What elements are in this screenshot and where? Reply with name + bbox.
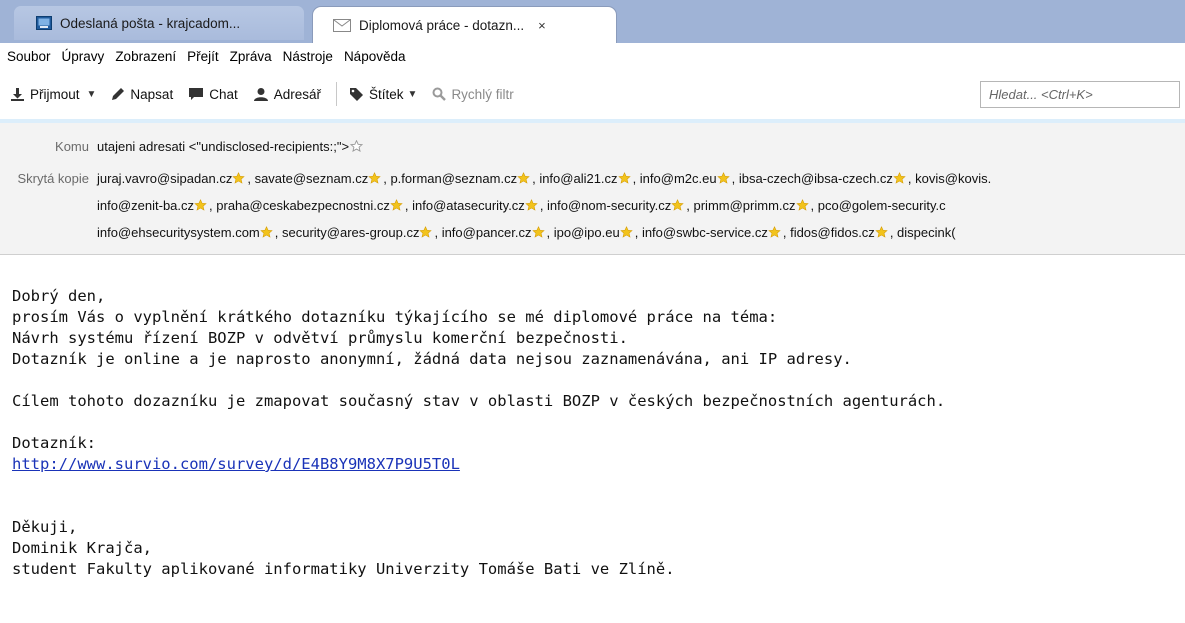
star-icon[interactable] bbox=[893, 171, 908, 186]
download-icon bbox=[10, 87, 25, 102]
bcc-address[interactable]: info@swbc-service.cz bbox=[642, 225, 768, 240]
bcc-line: juraj.vavro@sipadan.cz, savate@seznam.cz… bbox=[97, 171, 992, 186]
tab-label: Diplomová práce - dotazn... bbox=[359, 17, 525, 33]
tab-message[interactable]: Diplomová práce - dotazn... × bbox=[312, 6, 617, 43]
menu-message[interactable]: Zpráva bbox=[230, 49, 272, 64]
bcc-line: info@zenit-ba.cz, praha@ceskabezpecnostn… bbox=[97, 198, 946, 213]
bcc-address[interactable]: p.forman@seznam.cz bbox=[390, 171, 517, 186]
quick-filter-label: Rychlý filtr bbox=[451, 86, 514, 102]
bcc-address[interactable]: security@ares-group.cz bbox=[282, 225, 419, 240]
addressbook-label: Adresář bbox=[273, 86, 322, 102]
body-line: Návrh systému řízení BOZP v odvětví prům… bbox=[12, 329, 628, 347]
menu-tools[interactable]: Nástroje bbox=[283, 49, 333, 64]
chat-button[interactable]: Chat bbox=[188, 87, 238, 102]
survey-link[interactable]: http://www.survio.com/survey/d/E4B8Y9M8X… bbox=[12, 455, 460, 473]
tab-sent-mail[interactable]: Odeslaná pošta - krajcadom... bbox=[14, 6, 304, 40]
menu-help[interactable]: Nápověda bbox=[344, 49, 406, 64]
bcc-address[interactable]: dispecink( bbox=[897, 225, 956, 240]
chevron-down-icon: ▼ bbox=[407, 88, 418, 100]
inbox-icon bbox=[36, 16, 52, 30]
receive-dropdown-icon[interactable]: ▼ bbox=[87, 89, 97, 100]
bcc-address[interactable]: info@ehsecuritysystem.com bbox=[97, 225, 260, 240]
search-input[interactable]: Hledat... <Ctrl+K> bbox=[980, 81, 1180, 108]
star-icon[interactable] bbox=[531, 225, 547, 240]
bcc-address[interactable]: info@m2c.eu bbox=[640, 171, 717, 186]
toolbar-separator bbox=[336, 82, 338, 106]
bcc-address[interactable]: praha@ceskabezpecnostni.cz bbox=[216, 198, 390, 213]
message-header: Komu utajeni adresati <"undisclosed-reci… bbox=[0, 119, 1185, 255]
signature: student Fakulty aplikované informatiky U… bbox=[12, 560, 675, 578]
bcc-row: info@zenit-ba.cz, praha@ceskabezpecnostn… bbox=[0, 198, 946, 213]
bcc-address[interactable]: juraj.vavro@sipadan.cz bbox=[97, 171, 232, 186]
bcc-address[interactable]: info@pancer.cz bbox=[442, 225, 532, 240]
contacts-icon bbox=[253, 87, 269, 102]
message-body: Dobrý den, prosím Vás o vyplnění krátkého… bbox=[0, 255, 1185, 601]
bcc-address[interactable]: fidos@fidos.cz bbox=[790, 225, 875, 240]
star-icon[interactable] bbox=[368, 171, 383, 186]
bcc-row: info@ehsecuritysystem.com, security@ares… bbox=[0, 225, 956, 240]
to-label: Komu bbox=[55, 139, 89, 154]
compose-button[interactable]: Napsat bbox=[110, 87, 173, 102]
to-value[interactable]: utajeni adresati <"undisclosed-recipient… bbox=[97, 139, 349, 154]
menu-edit[interactable]: Úpravy bbox=[62, 49, 105, 64]
star-icon[interactable] bbox=[260, 225, 275, 240]
bcc-address[interactable]: info@atasecurity.cz bbox=[412, 198, 525, 213]
star-icon[interactable] bbox=[525, 198, 540, 213]
toolbar: Přijmout ▼ Napsat Chat Adresář Štítek ▼ … bbox=[0, 69, 1185, 119]
star-icon[interactable] bbox=[232, 171, 247, 186]
survey-label: Dotazník: bbox=[12, 434, 96, 452]
thanks: Děkuji, bbox=[12, 518, 78, 536]
bcc-address[interactable]: savate@seznam.cz bbox=[255, 171, 369, 186]
menu-bar: Soubor Úpravy Zobrazení Přejít Zpráva Ná… bbox=[0, 43, 1185, 69]
compose-label: Napsat bbox=[130, 86, 174, 102]
body-line: Dotazník je online a je naprosto anonymn… bbox=[12, 350, 852, 368]
greeting: Dobrý den, bbox=[12, 287, 106, 305]
star-icon[interactable] bbox=[619, 225, 635, 240]
tag-button[interactable]: Štítek ▼ bbox=[349, 87, 417, 102]
star-icon[interactable] bbox=[795, 198, 811, 213]
star-icon[interactable] bbox=[390, 198, 405, 213]
quick-filter-button[interactable]: Rychlý filtr bbox=[432, 86, 514, 102]
bcc-address[interactable]: ipo@ipo.eu bbox=[554, 225, 620, 240]
star-icon[interactable] bbox=[617, 171, 633, 186]
sender-name: Dominik Krajča, bbox=[12, 539, 152, 557]
star-icon[interactable] bbox=[419, 225, 434, 240]
star-icon[interactable] bbox=[875, 225, 890, 240]
bcc-address[interactable]: kovis@kovis. bbox=[915, 171, 991, 186]
star-icon[interactable] bbox=[671, 198, 686, 213]
star-icon[interactable] bbox=[194, 198, 209, 213]
addressbook-button[interactable]: Adresář bbox=[253, 87, 321, 102]
search-icon bbox=[432, 87, 447, 101]
star-icon[interactable] bbox=[716, 171, 732, 186]
receive-label: Přijmout bbox=[30, 86, 80, 102]
star-outline-icon[interactable] bbox=[350, 139, 365, 154]
menu-view[interactable]: Zobrazení bbox=[115, 49, 176, 64]
tab-label: Odeslaná pošta - krajcadom... bbox=[60, 15, 241, 31]
star-icon[interactable] bbox=[768, 225, 783, 240]
bcc-line: info@ehsecuritysystem.com, security@ares… bbox=[97, 225, 956, 240]
chat-label: Chat bbox=[209, 86, 238, 102]
bcc-address[interactable]: info@nom-security.cz bbox=[547, 198, 671, 213]
pencil-icon bbox=[110, 87, 125, 102]
bcc-address[interactable]: info@ali21.cz bbox=[539, 171, 617, 186]
chat-icon bbox=[188, 87, 204, 101]
receive-button[interactable]: Přijmout bbox=[10, 87, 80, 102]
bcc-address[interactable]: info@zenit-ba.cz bbox=[97, 198, 194, 213]
body-line: prosím Vás o vyplnění krátkého dotazníku… bbox=[12, 308, 778, 326]
tag-icon bbox=[349, 87, 364, 102]
body-line: Cílem tohoto dozazníku je zmapovat souča… bbox=[12, 392, 946, 410]
envelope-icon bbox=[333, 18, 351, 32]
bcc-address[interactable]: ibsa-czech@ibsa-czech.cz bbox=[739, 171, 893, 186]
bcc-address[interactable]: pco@golem-security.c bbox=[818, 198, 946, 213]
bcc-address[interactable]: primm@primm.cz bbox=[694, 198, 796, 213]
menu-go[interactable]: Přejít bbox=[187, 49, 219, 64]
bcc-row: Skrytá kopie juraj.vavro@sipadan.cz, sav… bbox=[0, 171, 991, 186]
menu-file[interactable]: Soubor bbox=[7, 49, 51, 64]
tab-strip: Odeslaná pošta - krajcadom... Diplomová … bbox=[0, 0, 1185, 43]
close-icon[interactable]: × bbox=[538, 18, 546, 33]
star-icon[interactable] bbox=[517, 171, 532, 186]
tag-label: Štítek bbox=[369, 86, 404, 102]
bcc-label: Skrytá kopie bbox=[17, 171, 89, 186]
to-row: Komu utajeni adresati <"undisclosed-reci… bbox=[0, 139, 365, 154]
